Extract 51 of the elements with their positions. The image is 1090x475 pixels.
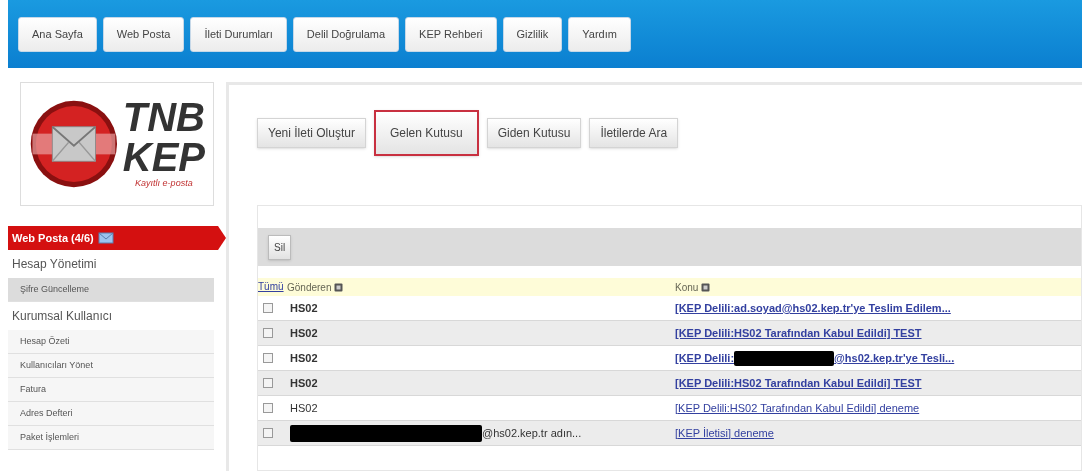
envelope-icon (97, 232, 114, 244)
menu-section-title: Hesap Yönetimi (12, 256, 97, 273)
sender-text: HS02 (290, 325, 318, 341)
mail-tab[interactable]: Yeni İleti Oluştur (257, 118, 366, 148)
nav-button[interactable]: İleti Durumları (190, 16, 287, 52)
sender-text: HS02 (290, 300, 318, 316)
column-header[interactable]: Gönderen (287, 279, 332, 295)
row-checkbox[interactable] (263, 353, 273, 363)
sidebar-item[interactable]: Fatura (8, 378, 214, 402)
sender-text: HS02 (290, 400, 318, 416)
logo-tagline: Kayıtlı e-posta (135, 177, 193, 191)
sender-text: @hs02.kep.tr adın... (482, 425, 582, 441)
row-checkbox[interactable] (263, 428, 273, 438)
subject-link[interactable]: [KEP Delili: (675, 349, 735, 367)
row-checkbox[interactable] (263, 378, 273, 388)
mail-tab[interactable]: Giden Kutusu (486, 118, 582, 148)
row-checkbox[interactable] (263, 328, 273, 338)
sidebar-item[interactable]: Paket İşlemleri (8, 426, 214, 450)
subject-link[interactable]: [KEP Delili:HS02 Tarafından Kabul Edildi] TEST (675, 374, 922, 392)
table-row[interactable]: @hs02.kep.tr adın... [KEP İletisi] deneme (258, 421, 1081, 446)
sidebar-item[interactable]: Hesap Özeti (8, 330, 214, 354)
nav-button[interactable]: Web Posta (102, 16, 185, 52)
nav-button[interactable]: Yardım (568, 16, 631, 52)
table-row[interactable]: HS02 [KEP Delili:HS02 Tarafından Kabul Edildi] TEST (258, 371, 1081, 396)
nav-button[interactable]: Ana Sayfa (18, 16, 97, 52)
subject-link[interactable]: [KEP Delili:HS02 Tarafından Kabul Edildi] deneme (675, 399, 920, 417)
sender-text: HS02 (290, 375, 318, 391)
table-row[interactable]: HS02 [KEP Delili:HS02 Tarafından Kabul Edildi] TEST (258, 321, 1081, 346)
nav-button[interactable]: KEP Rehberi (405, 16, 497, 52)
delete-button[interactable]: Sil (268, 234, 292, 260)
sort-icon[interactable] (701, 282, 711, 292)
mail-tab[interactable]: Gelen Kutusu (373, 110, 479, 156)
sidebar-item[interactable]: Şifre Güncelleme (8, 278, 214, 302)
mail-tab[interactable]: İletilerde Ara (589, 118, 679, 148)
sidebar-item[interactable]: Kullanıcıları Yönet (8, 354, 214, 378)
column-header[interactable]: Konu (675, 279, 699, 295)
sender-text: HS02 (290, 350, 318, 366)
select-all-link[interactable]: Tümü (258, 280, 286, 294)
row-checkbox[interactable] (263, 403, 273, 413)
sidebar-item[interactable]: Adres Defteri (8, 402, 214, 426)
subject-link[interactable]: [KEP Delili:HS02 Tarafından Kabul Edildi] TEST (675, 324, 922, 342)
row-checkbox[interactable] (263, 303, 273, 313)
sort-icon[interactable] (334, 282, 344, 292)
nav-button[interactable]: Delil Doğrulama (292, 16, 400, 52)
logo-text: KEP (122, 137, 205, 178)
subject-link[interactable]: @hs02.kep.tr'ye Tesli... (834, 349, 955, 367)
subject-link[interactable]: [KEP İletisi] deneme (675, 424, 774, 442)
nav-button[interactable]: Gizlilik (502, 16, 563, 52)
menu-section-title: Kurumsal Kullanıcı (12, 308, 113, 325)
subject-link[interactable]: [KEP Delili:ad.soyad@hs02.kep.tr'ye Teslim Edilem... (675, 299, 951, 317)
logo-text: TNB (122, 97, 205, 138)
